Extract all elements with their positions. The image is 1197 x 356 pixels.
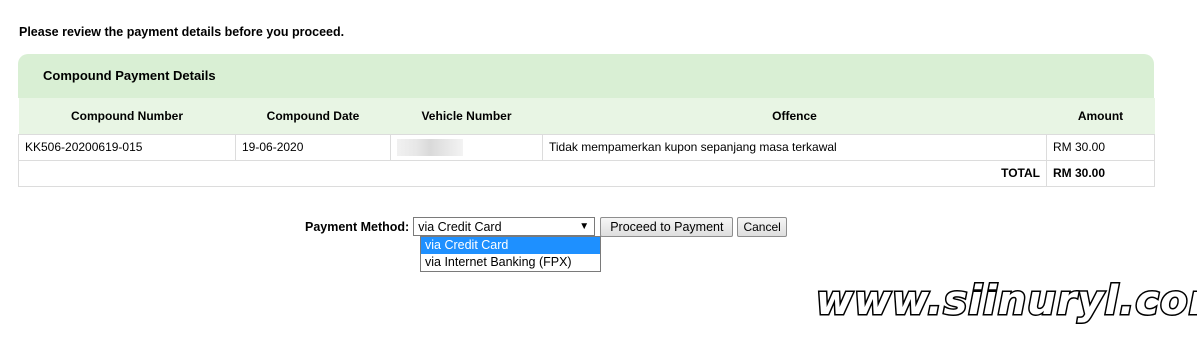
column-header: Compound Date: [235, 98, 391, 134]
payment-method-label: Payment Method:: [305, 219, 410, 234]
compound-details-panel: Compound Payment Details Compound Number…: [18, 54, 1155, 187]
column-header: Amount: [1046, 98, 1155, 134]
amount-cell: RM 30.00: [1046, 133, 1155, 161]
total-label: TOTAL: [18, 159, 1047, 187]
proceed-to-payment-button[interactable]: Proceed to Payment: [600, 216, 734, 237]
compound-number-cell: KK506-20200619-015: [18, 133, 236, 161]
table-header-row: Compound Number Compound Date Vehicle Nu…: [18, 98, 1155, 134]
payment-review-page: Please review the payment details before…: [0, 0, 1197, 356]
payment-method-select[interactable]: via Credit Card ▼: [413, 217, 596, 236]
cancel-button[interactable]: Cancel: [737, 216, 787, 237]
dropdown-arrow-icon: ▼: [579, 221, 590, 232]
table-row: KK506-20200619-015 19-06-2020 Tidak memp…: [18, 133, 1155, 161]
total-row: TOTAL RM 30.00: [18, 159, 1155, 187]
compound-date-cell: 19-06-2020: [235, 133, 391, 161]
option-internet-banking[interactable]: via Internet Banking (FPX): [421, 254, 600, 271]
watermark-text: www.siinuryl.com: [814, 277, 1197, 326]
column-header: Compound Number: [18, 98, 236, 134]
column-header: Vehicle Number: [390, 98, 543, 134]
total-amount: RM 30.00: [1046, 159, 1155, 187]
compound-table: Compound Number Compound Date Vehicle Nu…: [18, 98, 1155, 187]
payment-method-options: via Credit Card via Internet Banking (FP…: [420, 236, 601, 272]
selected-value: via Credit Card: [418, 220, 502, 234]
redacted-vehicle-number: [397, 138, 463, 156]
vehicle-number-cell: [390, 133, 543, 161]
panel-title: Compound Payment Details: [18, 54, 1154, 98]
offence-cell: Tidak mempamerkan kupon sepanjang masa t…: [542, 133, 1047, 161]
payment-method-row: Payment Method: via Credit Card ▼ Procee…: [305, 216, 787, 237]
intro-text: Please review the payment details before…: [19, 25, 345, 39]
option-credit-card[interactable]: via Credit Card: [421, 237, 600, 254]
column-header: Offence: [542, 98, 1047, 134]
